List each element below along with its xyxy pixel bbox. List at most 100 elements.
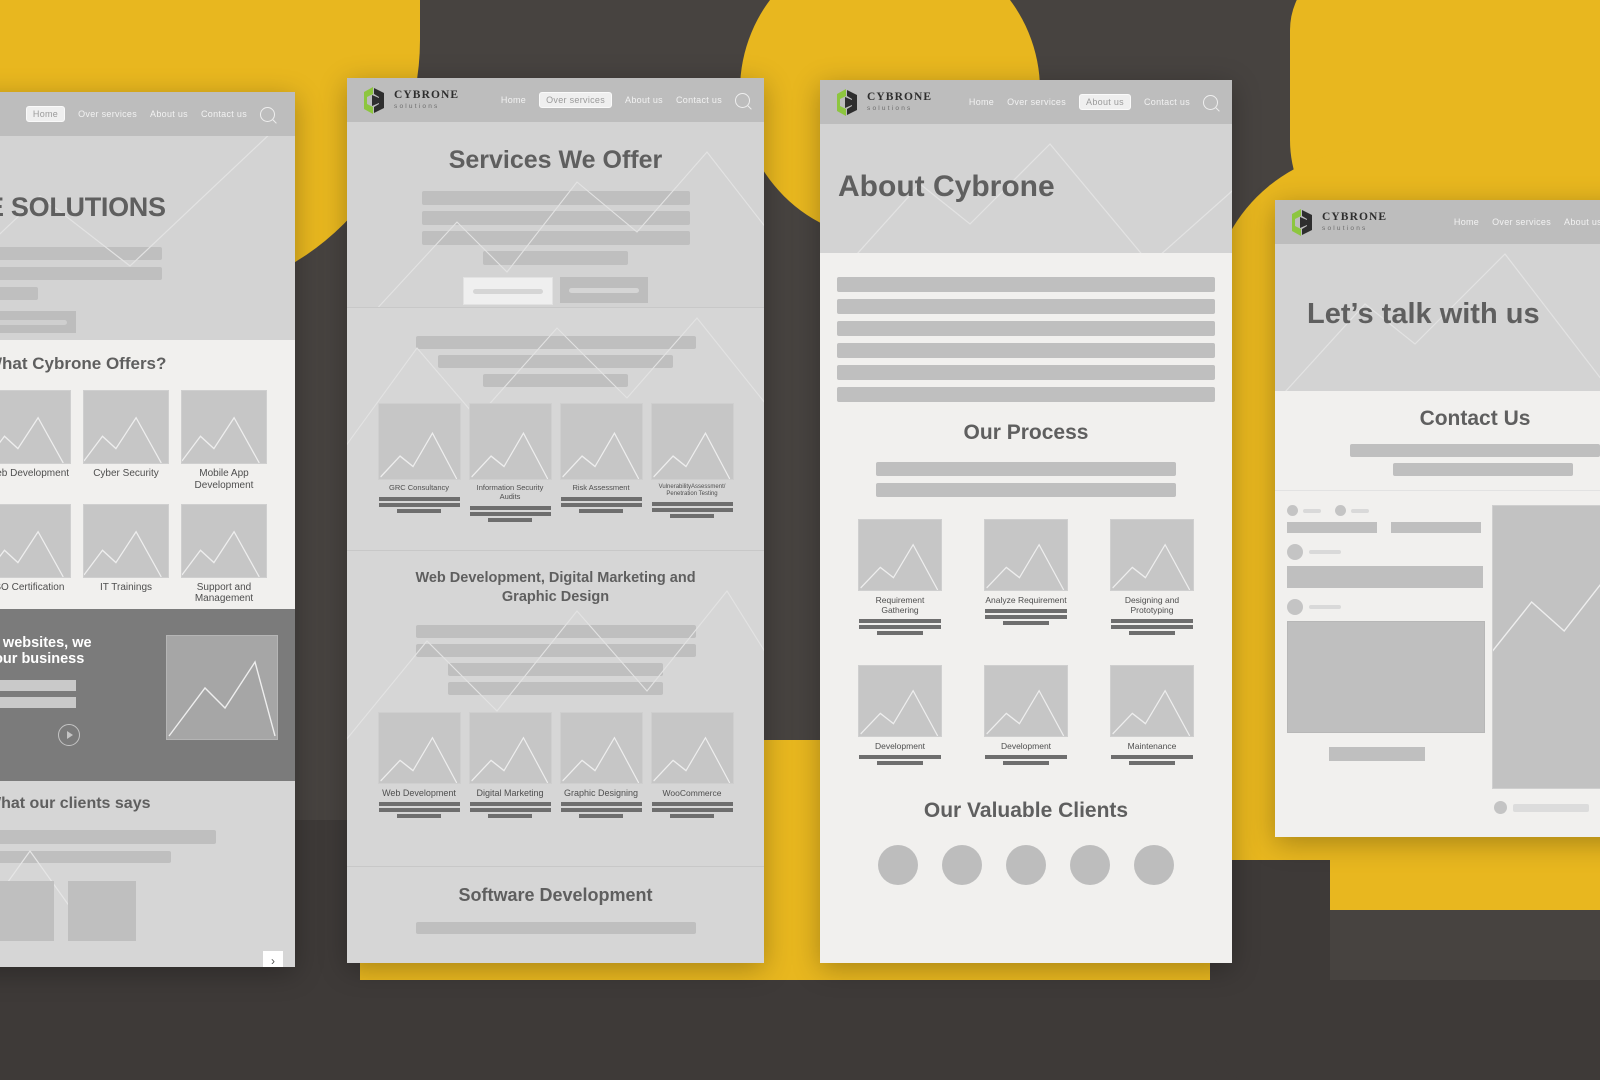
message-textarea[interactable] <box>1287 621 1485 733</box>
card-text-lines <box>560 802 642 819</box>
section-title-offers: What Cybrone Offers? <box>0 354 167 373</box>
nav-link-about-us[interactable]: About us <box>150 109 188 119</box>
card-label: Graphic Designing <box>563 787 639 798</box>
card-label: ISO Certification <box>0 581 65 593</box>
offer-card[interactable]: Support and Management <box>181 503 267 606</box>
nav-link-over-services[interactable]: Over services <box>1007 97 1066 107</box>
nav-link-contact-us[interactable]: Contact us <box>676 95 722 105</box>
brand-subtitle: solutions <box>867 104 913 112</box>
card-text-lines <box>859 755 941 766</box>
search-icon[interactable] <box>1203 94 1218 110</box>
mountain-icon <box>1112 543 1191 590</box>
offer-card[interactable]: IT Trainings <box>83 503 169 606</box>
hero-text-bar-3 <box>421 231 690 245</box>
contact-form <box>1275 505 1492 814</box>
service-card[interactable]: Graphic Designing <box>559 711 643 819</box>
search-icon[interactable] <box>260 106 275 122</box>
webdev-bar-2 <box>415 643 696 657</box>
nav-link-about-us[interactable]: About us <box>1564 217 1600 227</box>
brand-logo-contact[interactable]: CYBRONE solutions <box>1289 207 1387 237</box>
card-label: VulnerabilityAssessment/ Penetration Tes… <box>658 484 726 498</box>
client-logo <box>1006 845 1046 886</box>
service-card[interactable]: Risk Assessment <box>559 403 643 522</box>
brand-name: CYBRONE <box>394 89 460 101</box>
service-card[interactable]: Web Development <box>377 711 461 819</box>
nav-link-over-services[interactable]: Over services <box>1492 217 1551 227</box>
testimonial-bar-2 <box>0 851 171 863</box>
navbar-home: Home Over services About us Contact us <box>0 92 295 136</box>
process-card[interactable]: Requirement Gathering <box>858 519 942 636</box>
section-title-web-dev: Web Development, Digital Marketing and G… <box>415 570 696 605</box>
card-text-lines <box>469 802 551 819</box>
brand-logo-services[interactable]: CYBRONE solutions <box>361 85 459 115</box>
contact-info-icon <box>1494 801 1507 814</box>
search-icon[interactable] <box>735 92 750 108</box>
card-label: Designing and Prototyping <box>1124 595 1180 616</box>
nav-link-over-services[interactable]: Over services <box>539 92 613 108</box>
mountain-icon <box>182 530 260 577</box>
brand-text: CYBRONE solutions <box>394 89 460 110</box>
brand-logo-about[interactable]: CYBRONE solutions <box>834 87 932 117</box>
contact-map[interactable] <box>1492 505 1600 814</box>
offer-card[interactable]: Web Development <box>0 390 71 492</box>
submit-button[interactable] <box>1329 747 1425 761</box>
testimonial-bar-1 <box>0 830 216 844</box>
card-text-lines <box>1111 619 1193 636</box>
about-bar-1 <box>837 277 1215 292</box>
play-icon[interactable] <box>58 724 80 746</box>
nav-link-over-services[interactable]: Over services <box>78 109 137 119</box>
contact-info-text <box>1513 803 1589 812</box>
section-software-dev: Software Development <box>347 866 764 963</box>
card-text-lines <box>469 505 551 522</box>
build-video-thumbnail[interactable] <box>166 635 278 740</box>
mountain-icon <box>84 416 162 463</box>
first-name-input[interactable] <box>1287 522 1377 533</box>
service-card[interactable]: Digital Marketing <box>468 711 552 819</box>
section-title-testimonials: What our clients says <box>0 795 151 812</box>
nav-link-about-us[interactable]: About us <box>1079 94 1131 110</box>
testimonial-next-button[interactable]: › <box>263 951 283 967</box>
nav-links-contact: Home Over services About us Contact us <box>1454 217 1600 227</box>
service-card[interactable]: Information Security Audits <box>468 403 552 522</box>
nav-link-home[interactable]: Home <box>25 106 66 122</box>
offer-card[interactable]: ISO Certification <box>0 503 71 606</box>
process-card[interactable]: Analyze Requirement <box>984 519 1068 635</box>
navbar-services: CYBRONE solutions Home Over services Abo… <box>347 78 764 122</box>
nav-link-contact-us[interactable]: Contact us <box>201 109 247 119</box>
nav-link-about-us[interactable]: About us <box>625 95 663 105</box>
service-card[interactable]: GRC Consultancy <box>377 403 461 522</box>
mockup-contact: CYBRONE solutions Home Over services Abo… <box>1275 200 1600 837</box>
nav-link-home[interactable]: Home <box>969 97 994 107</box>
email-input[interactable] <box>1287 566 1483 588</box>
process-card[interactable]: Maintenance <box>1110 665 1194 766</box>
hero-cta-button[interactable] <box>0 311 76 333</box>
nav-link-home[interactable]: Home <box>501 95 526 105</box>
offer-card[interactable]: Mobile App Development <box>181 390 267 492</box>
process-bar-1 <box>876 462 1176 476</box>
offer-card[interactable]: Cyber Security <box>83 390 169 492</box>
brand-text: CYBRONE solutions <box>867 91 932 112</box>
mountain-icon <box>860 689 939 737</box>
last-name-input[interactable] <box>1391 522 1481 533</box>
card-thumbnail <box>650 711 734 784</box>
service-card[interactable]: VulnerabilityAssessment/ Penetration Tes… <box>650 403 734 522</box>
nav-link-contact-us[interactable]: Contact us <box>1144 97 1190 107</box>
hero-primary-button[interactable] <box>463 277 553 305</box>
card-text-lines <box>985 609 1067 626</box>
process-card[interactable]: Designing and Prototyping <box>1110 519 1194 636</box>
card-text-lines <box>560 496 642 513</box>
service-card[interactable]: WooCommerce <box>650 711 734 819</box>
card-text-lines <box>651 502 733 519</box>
nav-link-home[interactable]: Home <box>1454 217 1479 227</box>
field-label <box>1309 605 1341 609</box>
process-card[interactable]: Development <box>984 665 1068 766</box>
webdev-bar-3 <box>448 662 663 676</box>
hero-secondary-button[interactable] <box>560 277 648 303</box>
card-thumbnail <box>468 711 552 784</box>
card-thumbnail <box>0 503 71 578</box>
card-label: Web Development <box>382 787 456 798</box>
section-about-body: Our Process Requirement Gathering Analyz… <box>820 253 1232 963</box>
process-card[interactable]: Development <box>858 665 942 766</box>
card-text-lines <box>985 755 1067 766</box>
card-text-lines <box>1111 755 1193 766</box>
